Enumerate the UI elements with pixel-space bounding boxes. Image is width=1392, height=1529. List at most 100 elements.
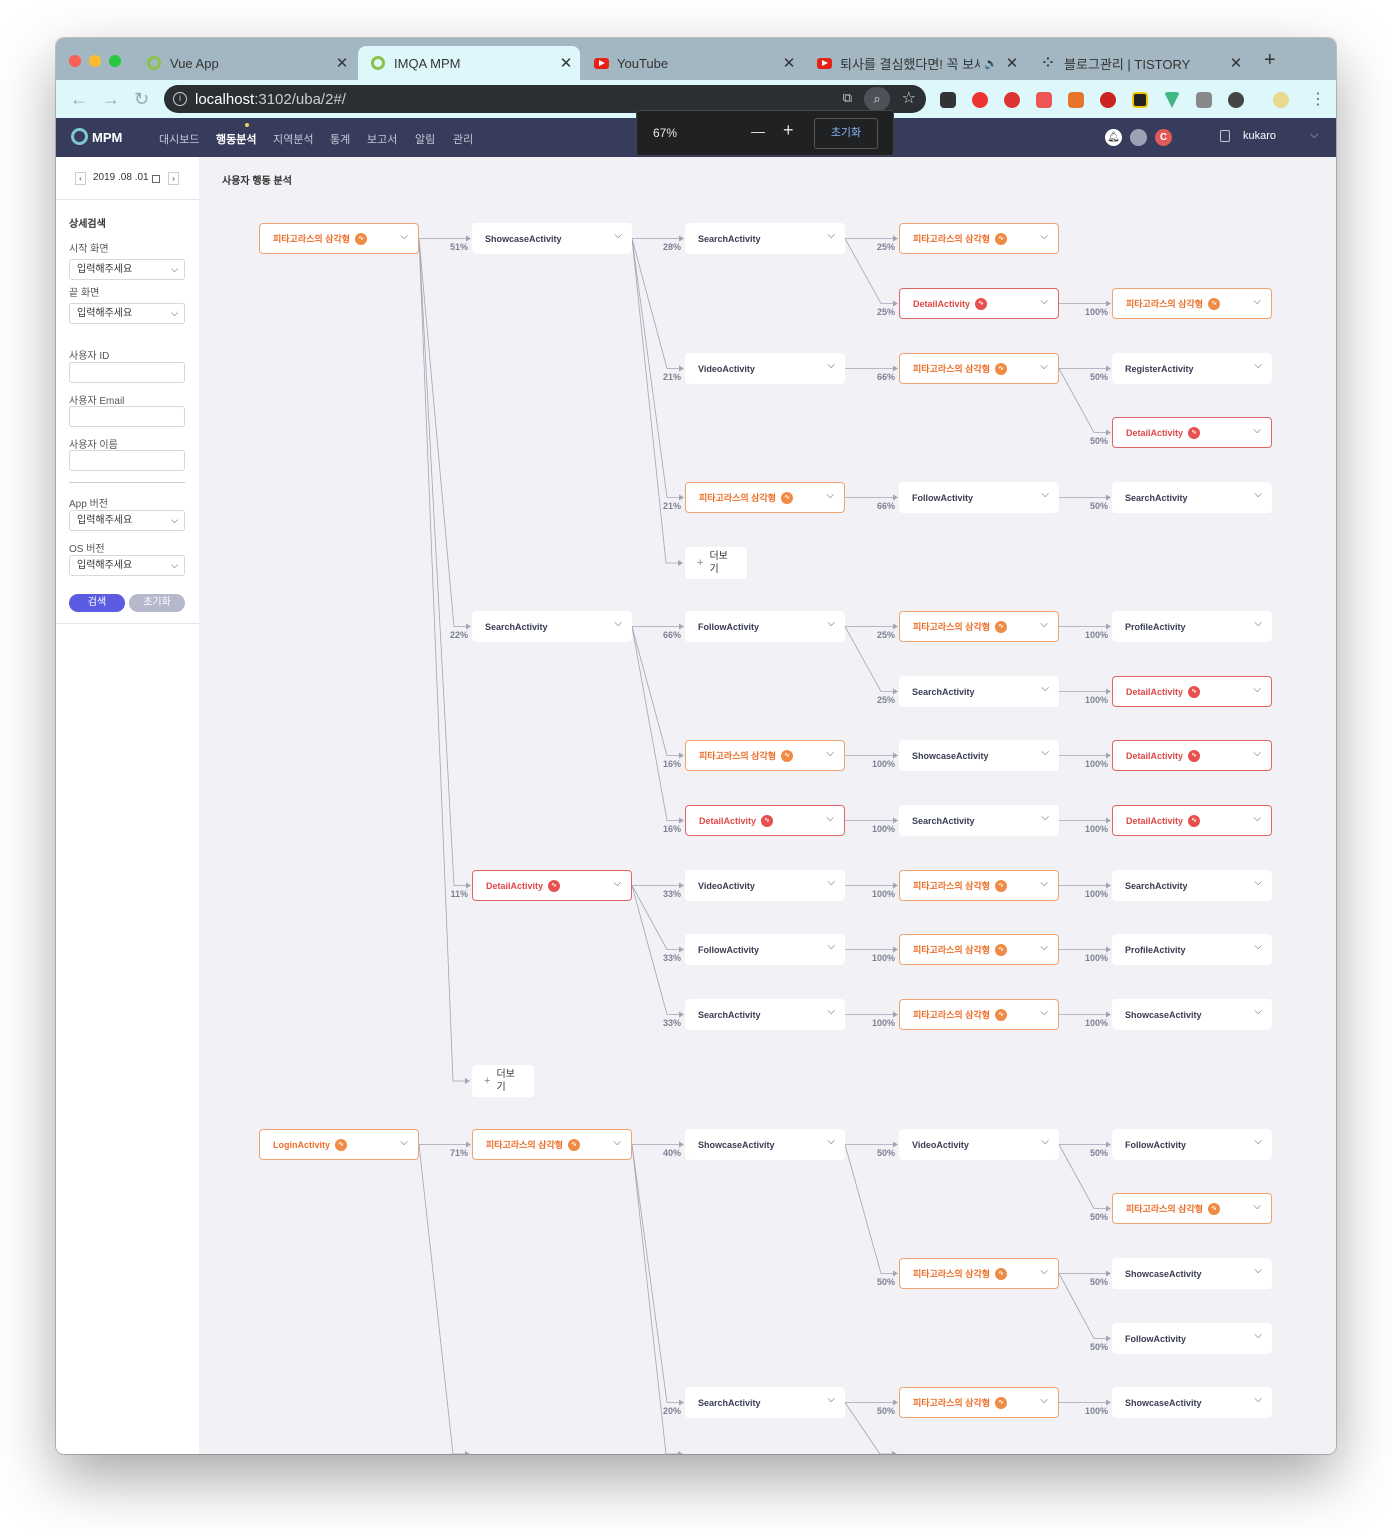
flow-node[interactable]: SearchActivity ⌵ xyxy=(899,676,1059,707)
calendar-icon[interactable] xyxy=(152,175,160,183)
start-screen-select[interactable]: 입력해주세요 ⌵ xyxy=(69,259,185,280)
maximize-window-button[interactable] xyxy=(109,55,121,67)
flow-node[interactable]: 피타고라스의 삼각형 ∿ ⌵ xyxy=(899,999,1059,1030)
flow-node[interactable]: FollowActivity ⌵ xyxy=(685,934,845,965)
chevron-down-icon[interactable]: ⌵ xyxy=(1040,1395,1048,1406)
flow-node[interactable]: 피타고라스의 삼각형 ∿ ⌵ xyxy=(259,223,419,254)
flow-node[interactable]: LoginActivity ∿ ⌵ xyxy=(259,1129,419,1160)
flow-node[interactable]: DetailActivity ∿ ⌵ xyxy=(1112,740,1272,771)
flow-node[interactable]: FollowActivity ⌵ xyxy=(685,611,845,642)
flow-node[interactable]: ProfileActivity ⌵ xyxy=(1112,611,1272,642)
chevron-down-icon[interactable]: ⌵ xyxy=(827,1006,835,1017)
chevron-down-icon[interactable]: ⌵ xyxy=(1254,1265,1262,1276)
flow-node[interactable]: DetailActivity ∿ ⌵ xyxy=(1112,417,1272,448)
zoom-out-button[interactable]: — xyxy=(751,123,765,139)
back-icon[interactable]: ← xyxy=(70,89,88,110)
chevron-down-icon[interactable]: ⌵ xyxy=(400,231,408,242)
layers-icon[interactable] xyxy=(1130,129,1147,146)
flow-node[interactable]: 피타고라스의 삼각형 ∿ ⌵ xyxy=(899,1387,1059,1418)
prev-date-button[interactable]: ‹ xyxy=(75,172,86,185)
extension-icon[interactable] xyxy=(1196,92,1212,108)
extension-icon[interactable] xyxy=(1036,92,1052,108)
chevron-down-icon[interactable]: ⌵ xyxy=(1254,1394,1262,1405)
chevron-down-icon[interactable]: ⌵ xyxy=(1253,425,1261,436)
address-bar[interactable]: i localhost :3102/uba/2#/ ⧉ ⌕ ☆ xyxy=(164,85,926,113)
extension-icon[interactable] xyxy=(1132,92,1148,108)
chevron-down-icon[interactable]: ⌵ xyxy=(826,748,834,759)
bookmark-star-icon[interactable]: ☆ xyxy=(902,88,916,108)
flow-node[interactable]: ShowcaseActivity ⌵ xyxy=(899,740,1059,771)
extension-icon[interactable] xyxy=(1100,92,1116,108)
tab-tistory[interactable]: ⁘ 블로그관리 | TISTORY ✕ xyxy=(1028,46,1250,80)
chevron-down-icon[interactable]: ⌵ xyxy=(827,1136,835,1147)
menu-dashboard[interactable]: 대시보드 xyxy=(159,131,199,147)
new-tab-button[interactable]: + xyxy=(1264,49,1276,72)
chevron-down-icon[interactable]: ⌵ xyxy=(1254,489,1262,500)
chevron-down-icon[interactable]: ⌵ xyxy=(1041,683,1049,694)
close-window-button[interactable] xyxy=(69,55,81,67)
search-button[interactable]: 검색 xyxy=(69,594,125,612)
user-menu-chevron-icon[interactable]: ⌵ xyxy=(1310,129,1318,142)
end-screen-select[interactable]: 입력해주세요 ⌵ xyxy=(69,303,185,324)
chevron-down-icon[interactable]: ⌵ xyxy=(1041,489,1049,500)
flow-node[interactable]: 피타고라스의 삼각형 ∿ ⌵ xyxy=(899,353,1059,384)
chevron-down-icon[interactable]: ⌵ xyxy=(614,618,622,629)
chrome-menu-icon[interactable]: ⋮ xyxy=(1310,89,1326,109)
chevron-down-icon[interactable]: ⌵ xyxy=(1253,684,1261,695)
flow-node[interactable]: 피타고라스의 삼각형 ∿ ⌵ xyxy=(1112,1193,1272,1224)
next-date-button[interactable]: › xyxy=(168,172,179,185)
chevron-down-icon[interactable]: ⌵ xyxy=(1040,942,1048,953)
flow-node[interactable]: 피타고라스의 삼각형 ∿ ⌵ xyxy=(685,740,845,771)
flow-node[interactable]: VideoActivity ⌵ xyxy=(685,353,845,384)
chevron-down-icon[interactable]: ⌵ xyxy=(1040,1266,1048,1277)
flow-node[interactable]: ProfileActivity ⌵ xyxy=(1112,934,1272,965)
chevron-down-icon[interactable]: ⌵ xyxy=(1040,361,1048,372)
forward-icon[interactable]: → xyxy=(102,89,120,110)
flow-node[interactable]: SearchActivity ⌵ xyxy=(1112,482,1272,513)
flow-node[interactable]: 피타고라스의 삼각형 ∿ ⌵ xyxy=(899,223,1059,254)
tab-imqa-mpm[interactable]: IMQA MPM ✕ xyxy=(358,46,580,80)
os-version-select[interactable]: 입력해주세요 ⌵ xyxy=(69,555,185,576)
flow-node[interactable]: DetailActivity ∿ ⌵ xyxy=(685,805,845,836)
tab-vue-app[interactable]: Vue App ✕ xyxy=(134,46,356,80)
menu-statistics[interactable]: 통계 xyxy=(330,131,350,147)
flow-node[interactable]: ShowcaseActivity ⌵ xyxy=(472,223,632,254)
minimize-window-button[interactable] xyxy=(89,55,101,67)
close-tab-icon[interactable]: ✕ xyxy=(1226,54,1246,72)
chevron-down-icon[interactable]: ⌵ xyxy=(1040,1007,1048,1018)
flow-node[interactable]: VideoActivity ⌵ xyxy=(685,870,845,901)
extension-icon[interactable] xyxy=(972,92,988,108)
chevron-down-icon[interactable]: ⌵ xyxy=(614,230,622,241)
close-tab-icon[interactable]: ✕ xyxy=(332,54,352,72)
menu-alerts[interactable]: 알림 xyxy=(415,131,435,147)
flow-node[interactable]: 피타고라스의 삼각형 ∿ ⌵ xyxy=(899,611,1059,642)
flow-node[interactable]: DetailActivity ∿ ⌵ xyxy=(1112,676,1272,707)
tab-youtube[interactable]: YouTube ✕ xyxy=(581,46,803,80)
flow-node[interactable]: ShowcaseActivity ⌵ xyxy=(685,1129,845,1160)
flow-node[interactable]: 피타고라스의 삼각형 ∿ ⌵ xyxy=(899,1258,1059,1289)
user-email-input[interactable] xyxy=(69,406,185,427)
chevron-down-icon[interactable]: ⌵ xyxy=(827,941,835,952)
tab-youtube-video[interactable]: 퇴사를 결심했다면! 꼭 보세요 🔈 ✕ xyxy=(804,46,1026,80)
chevron-down-icon[interactable]: ⌵ xyxy=(827,618,835,629)
chevron-down-icon[interactable]: ⌵ xyxy=(1040,878,1048,889)
bell-icon[interactable]: 🔔︎ xyxy=(1105,129,1122,146)
chevron-down-icon[interactable]: ⌵ xyxy=(1254,618,1262,629)
flow-node[interactable]: VideoActivity ⌵ xyxy=(899,1129,1059,1160)
chevron-down-icon[interactable]: ⌵ xyxy=(1041,1136,1049,1147)
flow-node[interactable]: SearchActivity ⌵ xyxy=(685,1387,845,1418)
chevron-down-icon[interactable]: ⌵ xyxy=(827,1394,835,1405)
more-button[interactable]: + 더보 기 xyxy=(472,1065,534,1097)
chevron-down-icon[interactable]: ⌵ xyxy=(1254,1136,1262,1147)
chevron-down-icon[interactable]: ⌵ xyxy=(1040,619,1048,630)
chevron-down-icon[interactable]: ⌵ xyxy=(827,360,835,371)
flow-node[interactable]: DetailActivity ∿ ⌵ xyxy=(1112,805,1272,836)
flow-node[interactable]: DetailActivity ∿ ⌵ xyxy=(472,870,632,901)
flow-node[interactable]: SearchActivity ⌵ xyxy=(1112,870,1272,901)
chevron-down-icon[interactable]: ⌵ xyxy=(1040,231,1048,242)
chevron-down-icon[interactable]: ⌵ xyxy=(1254,877,1262,888)
chevron-down-icon[interactable]: ⌵ xyxy=(1041,812,1049,823)
chevron-down-icon[interactable]: ⌵ xyxy=(1253,748,1261,759)
chevron-down-icon[interactable]: ⌵ xyxy=(1254,1330,1262,1341)
flow-node[interactable]: DetailActivity ∿ ⌵ xyxy=(899,288,1059,319)
